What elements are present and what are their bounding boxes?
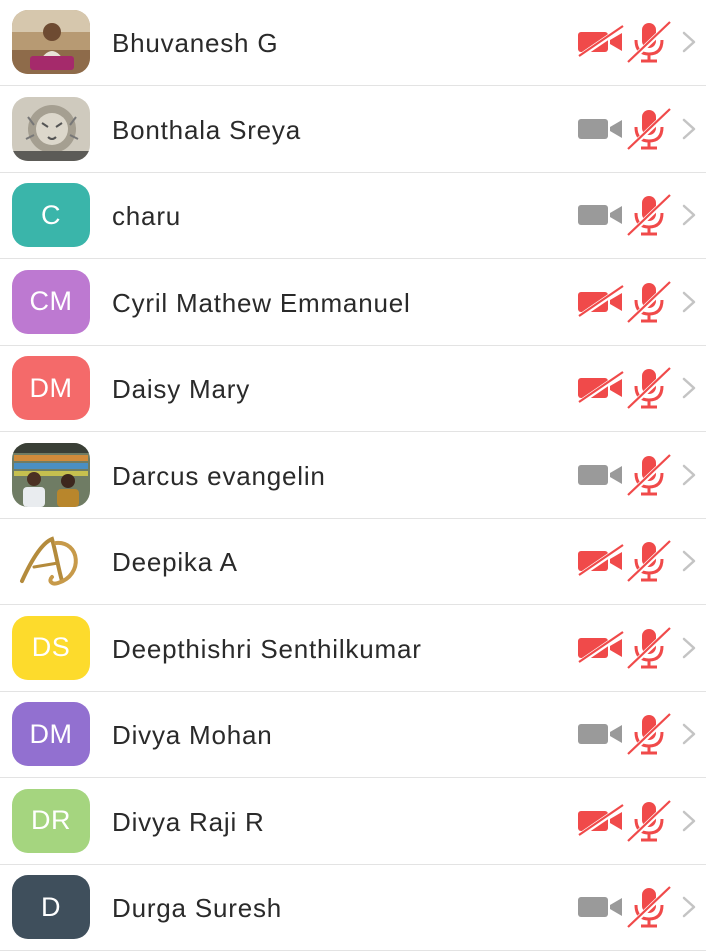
chevron-right-icon[interactable]: [681, 550, 697, 572]
avatar-initials-text: DM: [29, 372, 73, 403]
avatar-initials: DR: [12, 788, 90, 853]
participant-row[interactable]: DM Divya Mohan: [0, 692, 706, 778]
mic-muted-icon[interactable]: [625, 453, 673, 498]
chevron-right-icon[interactable]: [681, 896, 697, 918]
participant-row[interactable]: CM Cyril Mathew Emmanuel: [0, 260, 706, 346]
participant-row[interactable]: DS Deepthishri Senthilkumar: [0, 606, 706, 692]
avatar-initials-text: DR: [31, 805, 71, 835]
mic-muted-icon[interactable]: [625, 885, 673, 930]
participant-name: Durga Suresh: [112, 893, 283, 923]
ad-monogram-logo: [12, 529, 90, 593]
avatar-initials: DM: [12, 702, 90, 766]
mic-muted-icon[interactable]: [625, 626, 673, 671]
mic-muted-icon[interactable]: [625, 539, 673, 584]
avatar-initials-text: CM: [29, 286, 73, 316]
mic-muted-icon[interactable]: [625, 280, 673, 325]
mic-muted-icon[interactable]: [625, 366, 673, 411]
chevron-right-icon[interactable]: [681, 291, 697, 313]
video-off-icon[interactable]: [577, 370, 625, 406]
mic-muted-icon[interactable]: [625, 799, 673, 844]
avatar-initials-text: C: [41, 199, 61, 230]
participant-name: Divya Mohan: [112, 720, 273, 750]
avatar-photo: [12, 529, 90, 593]
participant-name: Cyril Mathew Emmanuel: [112, 287, 411, 318]
avatar-initials: D: [12, 875, 90, 939]
avatar-initials: C: [12, 183, 90, 247]
video-off-icon[interactable]: [577, 630, 625, 665]
avatar-initials-text: DS: [31, 632, 71, 662]
participant-name: Deepika A: [112, 547, 238, 577]
mic-muted-icon[interactable]: [625, 107, 673, 152]
chevron-right-icon[interactable]: [681, 204, 697, 226]
lion-sketch-photo: [12, 96, 90, 161]
video-off-icon[interactable]: [577, 803, 625, 838]
avatar-photo: [12, 10, 90, 74]
video-camera-icon[interactable]: [577, 197, 625, 231]
video-camera-icon[interactable]: [577, 716, 625, 750]
participant-row[interactable]: Bhuvanesh G: [0, 0, 706, 86]
chevron-right-icon[interactable]: [681, 464, 697, 486]
participant-name: Divya Raji R: [112, 806, 265, 837]
avatar-initials: CM: [12, 269, 90, 334]
participant-name: Bonthala Sreya: [112, 114, 301, 145]
chevron-right-icon[interactable]: [681, 810, 697, 832]
participant-row[interactable]: D Durga Suresh: [0, 865, 706, 951]
participant-row[interactable]: DR Divya Raji R: [0, 779, 706, 865]
participant-row[interactable]: DM Daisy Mary: [0, 346, 706, 432]
participants-list: Bhuvanesh G Bonthala Sreya Ccharu CM Cyril M…: [0, 0, 706, 951]
participant-row[interactable]: Bonthala Sreya: [0, 87, 706, 173]
participant-name: charu: [112, 201, 182, 231]
avatar-photo: [12, 96, 90, 161]
chevron-right-icon[interactable]: [681, 377, 697, 399]
mic-muted-icon[interactable]: [625, 193, 673, 238]
avatar-initials-text: DM: [29, 718, 73, 749]
chevron-right-icon[interactable]: [681, 31, 697, 53]
participant-row[interactable]: Deepika A: [0, 519, 706, 605]
participant-name: Bhuvanesh G: [112, 28, 279, 58]
person-portrait-photo: [12, 10, 90, 74]
video-camera-icon[interactable]: [577, 457, 625, 491]
couple-in-store-photo: [12, 442, 90, 507]
mic-muted-icon[interactable]: [625, 20, 673, 65]
mic-muted-icon[interactable]: [625, 712, 673, 757]
chevron-right-icon[interactable]: [681, 723, 697, 745]
chevron-right-icon[interactable]: [681, 637, 697, 659]
video-camera-icon[interactable]: [577, 889, 625, 923]
avatar-initials-text: D: [41, 891, 61, 922]
video-off-icon[interactable]: [577, 284, 625, 319]
avatar-initials: DS: [12, 615, 90, 680]
participant-row[interactable]: Darcus evangelin: [0, 433, 706, 519]
participant-name: Daisy Mary: [112, 374, 251, 404]
avatar-photo: [12, 442, 90, 507]
participant-name: Darcus evangelin: [112, 460, 326, 491]
video-off-icon[interactable]: [577, 24, 625, 60]
chevron-right-icon[interactable]: [681, 118, 697, 140]
video-off-icon[interactable]: [577, 543, 625, 579]
video-camera-icon[interactable]: [577, 111, 625, 145]
participant-row[interactable]: Ccharu: [0, 173, 706, 259]
participant-name: Deepthishri Senthilkumar: [112, 633, 422, 664]
avatar-initials: DM: [12, 356, 90, 420]
